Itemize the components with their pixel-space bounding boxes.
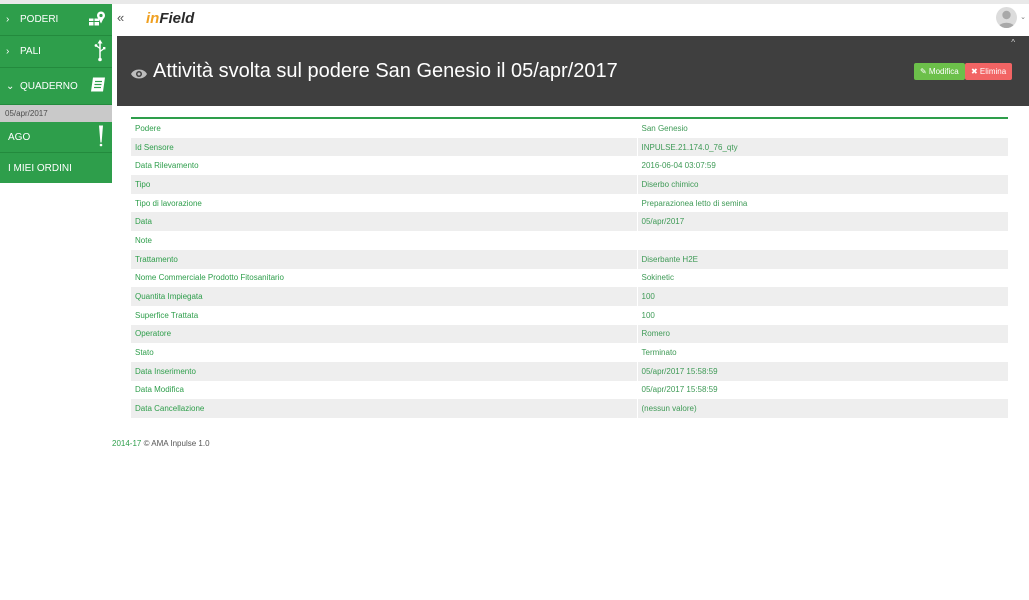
chevron-up-icon[interactable]: ^ [1011, 38, 1015, 47]
usb-icon [94, 39, 106, 64]
detail-key: Data Modifica [131, 380, 638, 400]
detail-value: 05/apr/2017 [637, 212, 1008, 232]
sidebar-item-ago[interactable]: AGO [0, 122, 112, 153]
detail-value: 05/apr/2017 15:58:59 [637, 380, 1008, 400]
sidebar-item-label: AGO [8, 131, 31, 143]
eye-icon [130, 67, 148, 85]
detail-key: Operatore [131, 324, 638, 344]
detail-value: Preparazionea letto di semina [637, 193, 1008, 213]
detail-value: Diserbo chimico [637, 175, 1008, 194]
map-pin-icon [88, 10, 106, 29]
needle-icon [98, 125, 104, 150]
delete-button[interactable]: ✖ Elimina [965, 63, 1013, 80]
top-header: « inField ⌄ [112, 4, 1029, 36]
table-row: Data 05/apr/2017 [131, 212, 1008, 232]
sidebar: › PODERI › PALI ⌄ QUADERNO 05/apr/2017 A… [0, 4, 112, 183]
table-row: Note [131, 231, 1008, 250]
detail-value: INPULSE.21.174.0_76_qty [637, 137, 1008, 157]
detail-value: 100 [637, 305, 1008, 325]
table-row: Trattamento Diserbante H2E [131, 249, 1008, 269]
sidebar-item-poderi[interactable]: › PODERI [0, 4, 112, 36]
table-row: Data Modifica 05/apr/2017 15:58:59 [131, 380, 1008, 400]
detail-key: Superfice Trattata [131, 305, 638, 325]
detail-value: 2016-06-04 03:07:59 [637, 156, 1008, 176]
details-table: Podere San Genesio Id Sensore INPULSE.21.17… [131, 117, 1008, 418]
footer: 2014-17 © AMA Inpulse 1.0 [112, 439, 210, 448]
brand-logo: inField [146, 10, 195, 27]
detail-value: (nessun valore) [637, 399, 1008, 418]
detail-key: Podere [131, 119, 638, 138]
sidebar-item-pali[interactable]: › PALI [0, 36, 112, 68]
detail-key: Tipo di lavorazione [131, 193, 638, 213]
table-row: Data Cancellazione (nessun valore) [131, 399, 1008, 418]
footer-years: 2014-17 [112, 439, 142, 448]
table-row: Nome Commerciale Prodotto Fitosanitario S… [131, 268, 1008, 288]
detail-key: Data Rilevamento [131, 156, 638, 176]
table-row: Stato Terminato [131, 343, 1008, 362]
detail-value: 100 [637, 287, 1008, 306]
detail-key: Data Inserimento [131, 361, 638, 381]
chevron-down-icon[interactable]: ⌄ [1020, 13, 1026, 21]
chevron-down-icon: ⌄ [6, 80, 15, 92]
detail-key: Note [131, 231, 638, 250]
sidebar-item-label: I MIEI ORDINI [8, 162, 72, 174]
sidebar-item-quaderno[interactable]: ⌄ QUADERNO [0, 68, 112, 105]
detail-value: Terminato [637, 343, 1008, 362]
table-row: Operatore Romero [131, 324, 1008, 344]
detail-value: 05/apr/2017 15:58:59 [637, 361, 1008, 381]
detail-value [637, 231, 1008, 250]
detail-key: Stato [131, 343, 638, 362]
chevron-right-icon: › [6, 14, 10, 25]
detail-value: Diserbante H2E [637, 249, 1008, 269]
table-row: Id Sensore INPULSE.21.174.0_76_qty [131, 137, 1008, 157]
avatar[interactable] [996, 7, 1017, 28]
page-title: Attività svolta sul podere San Genesio i… [153, 60, 618, 82]
detail-value: Sokinetic [637, 268, 1008, 288]
table-row: Superfice Trattata 100 [131, 305, 1008, 325]
detail-key: Tipo [131, 175, 638, 194]
footer-copyright: © AMA Inpulse 1.0 [143, 439, 210, 448]
detail-value: San Genesio [637, 119, 1008, 138]
collapse-sidebar-icon[interactable]: « [117, 10, 124, 25]
sidebar-item-miei-ordini[interactable]: I MIEI ORDINI [0, 153, 112, 183]
detail-key: Quantita Impiegata [131, 287, 638, 306]
edit-button[interactable]: ✎ Modifica [914, 63, 965, 80]
chevron-right-icon: › [6, 46, 10, 57]
detail-key: Id Sensore [131, 137, 638, 157]
table-row: Tipo Diserbo chimico [131, 175, 1008, 194]
sidebar-subitem-date[interactable]: 05/apr/2017 [0, 105, 112, 122]
table-row: Quantita Impiegata 100 [131, 287, 1008, 306]
table-row: Data Rilevamento 2016-06-04 03:07:59 [131, 156, 1008, 176]
table-row: Podere San Genesio [131, 119, 1008, 138]
detail-value: Romero [637, 324, 1008, 344]
table-row: Tipo di lavorazione Preparazionea letto d… [131, 193, 1008, 213]
detail-key: Data Cancellazione [131, 399, 638, 418]
detail-key: Data [131, 212, 638, 232]
table-row: Data Inserimento 05/apr/2017 15:58:59 [131, 361, 1008, 381]
notebook-icon [90, 77, 106, 96]
detail-key: Nome Commerciale Prodotto Fitosanitario [131, 268, 638, 288]
detail-key: Trattamento [131, 249, 638, 269]
page-banner: Attività svolta sul podere San Genesio i… [117, 36, 1029, 106]
